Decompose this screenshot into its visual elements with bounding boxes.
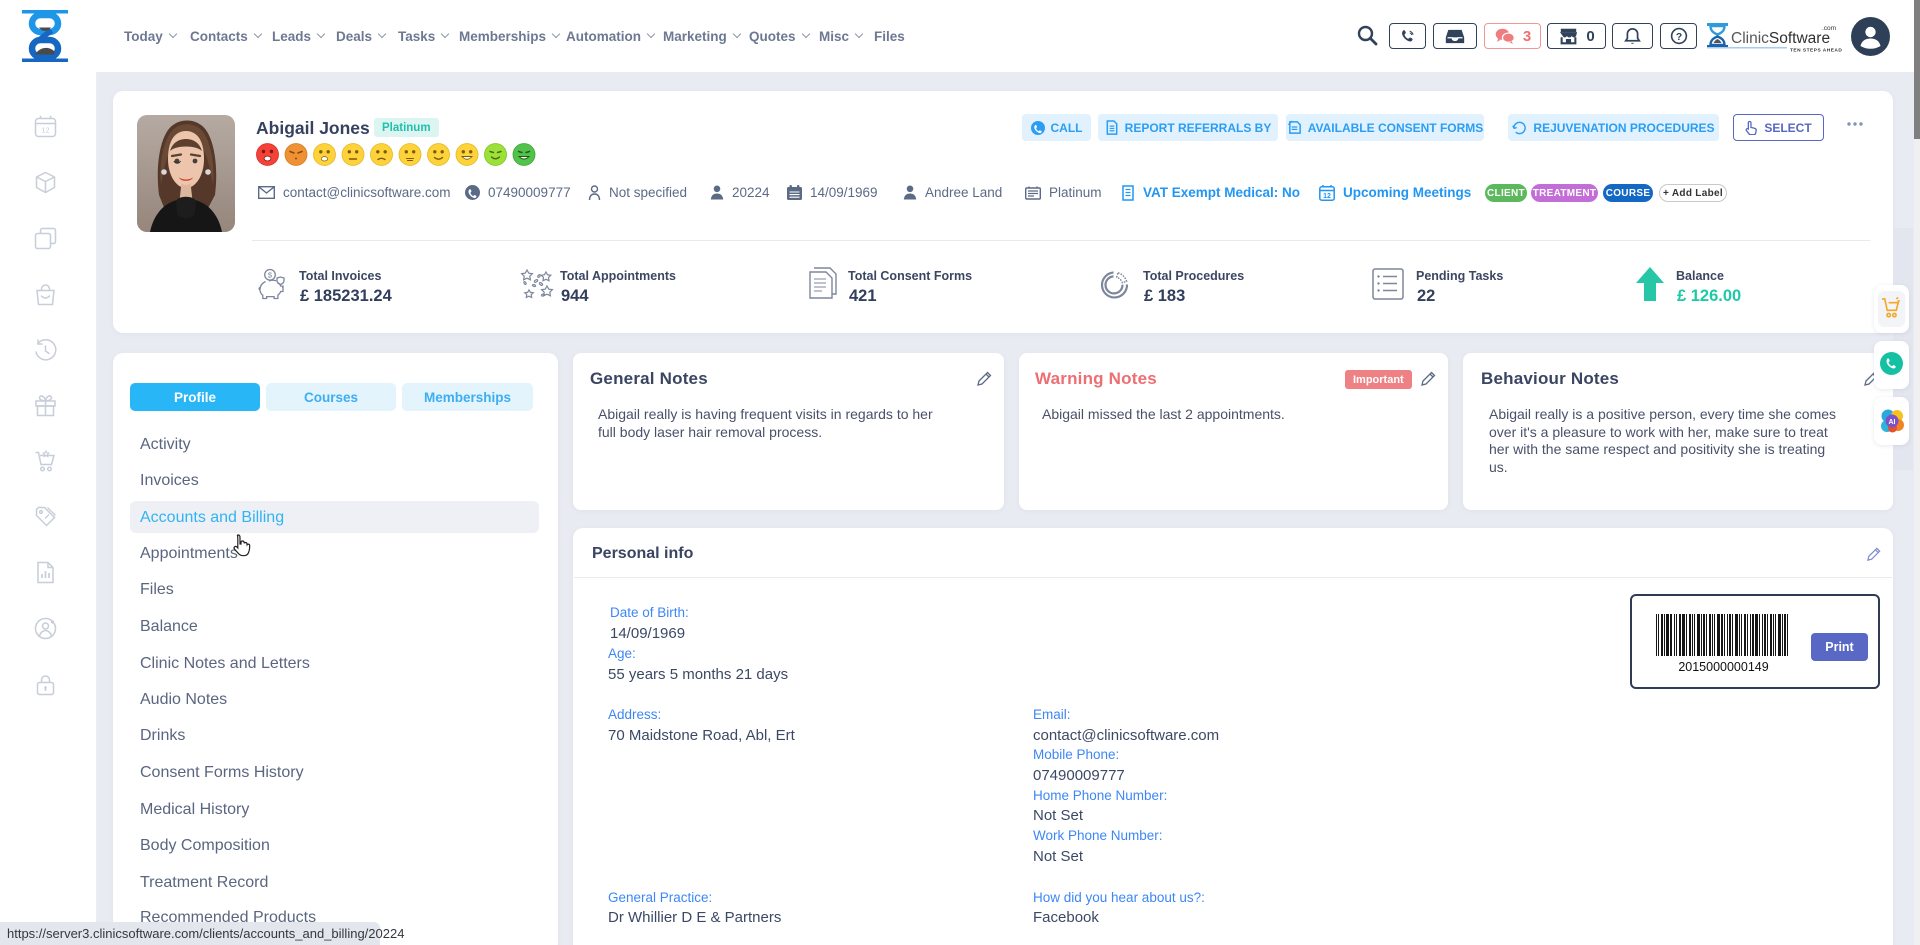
svg-text:$: $ <box>268 271 273 280</box>
svg-text:TEN STEPS AHEAD: TEN STEPS AHEAD <box>1790 48 1842 54</box>
svg-text:AI: AI <box>1889 419 1896 426</box>
svg-text:.com: .com <box>1822 25 1836 32</box>
svg-text:12: 12 <box>1323 193 1331 200</box>
svg-text:ClinicSoftware: ClinicSoftware <box>1731 30 1830 47</box>
svg-text:?: ? <box>1675 32 1681 43</box>
svg-text:12: 12 <box>41 125 49 134</box>
